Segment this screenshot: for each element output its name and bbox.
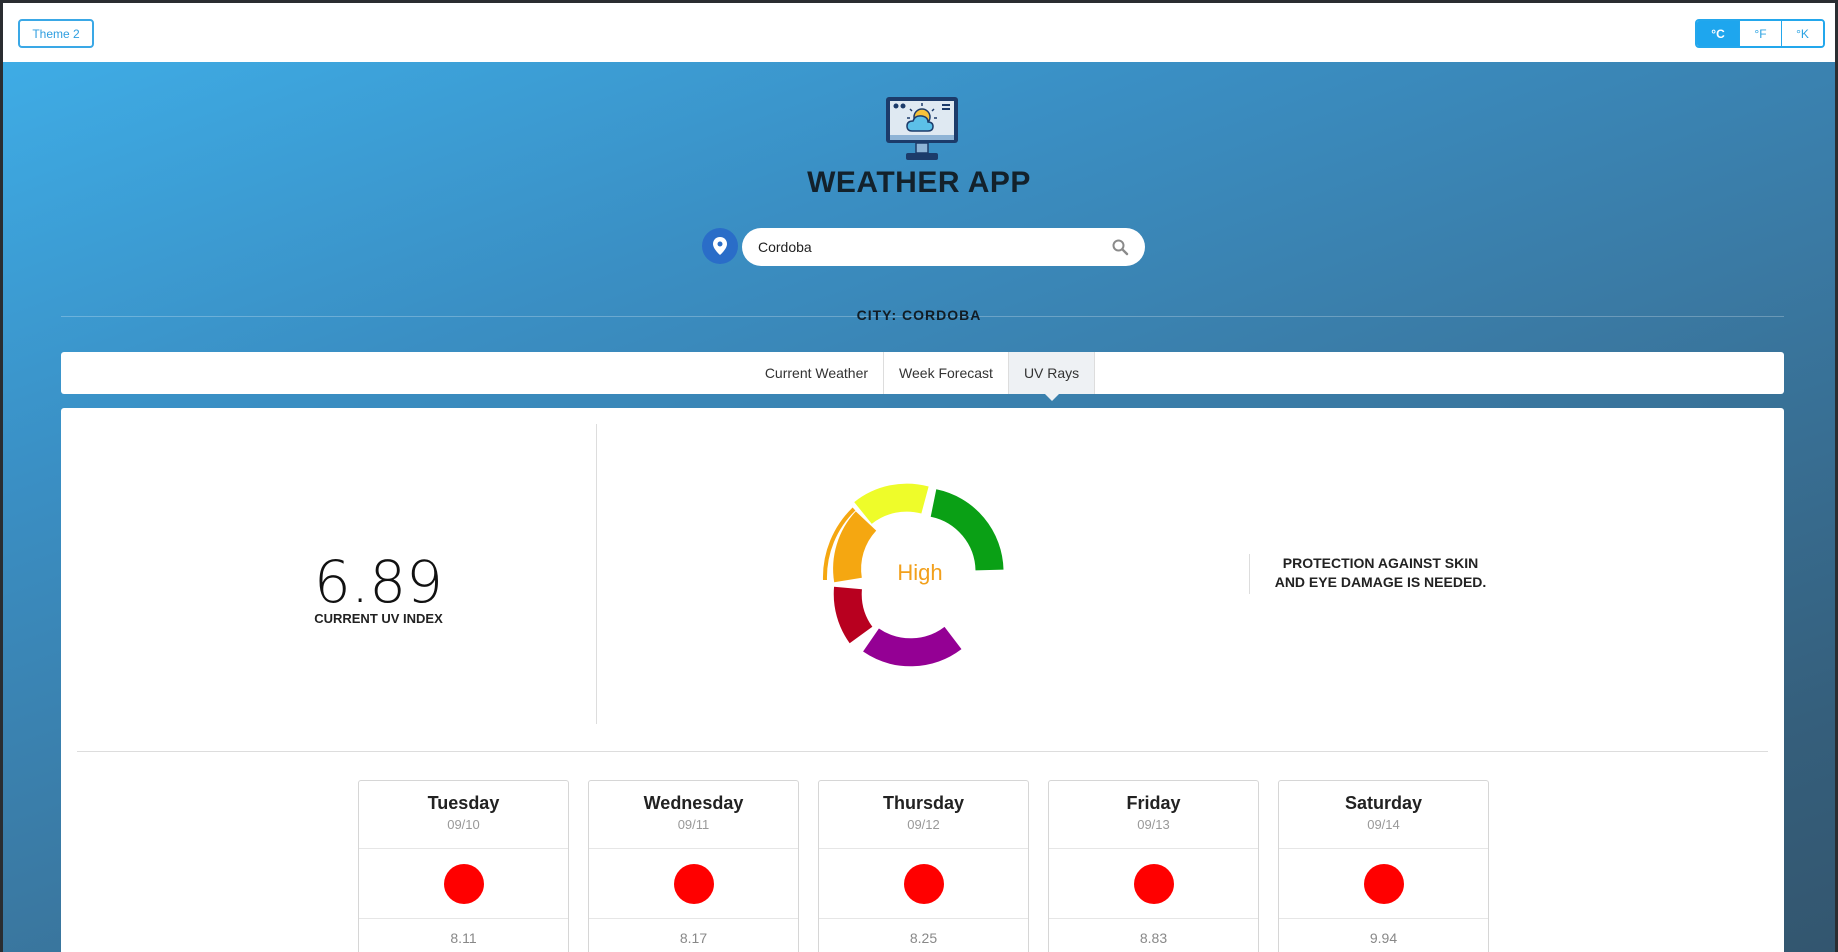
uv-gauge-segment-moderate bbox=[854, 483, 929, 525]
unit-fahrenheit-button[interactable]: °F bbox=[1739, 21, 1781, 46]
uv-level-dot-icon bbox=[903, 863, 944, 904]
geolocate-button[interactable] bbox=[702, 228, 738, 264]
forecast-day-name: Wednesday bbox=[643, 793, 744, 813]
tab-current-weather[interactable]: Current Weather bbox=[750, 352, 883, 394]
theme-toggle-button[interactable]: Theme 2 bbox=[18, 19, 94, 48]
uv-forecast-list: Tuesday 09/10 8.11 Wednesday 09/11 8.17 … bbox=[358, 780, 1489, 952]
search-icon[interactable] bbox=[1111, 238, 1129, 256]
forecast-day-name: Saturday bbox=[1344, 793, 1423, 813]
uv-level-dot-icon bbox=[1363, 863, 1404, 904]
forecast-uv-value: 8.25 bbox=[909, 930, 938, 946]
uv-index-caption: CURRENT UV INDEX bbox=[314, 611, 443, 626]
uv-level-dot-icon bbox=[443, 863, 484, 904]
app-title: WEATHER APP bbox=[807, 166, 1031, 199]
uv-level-label: High bbox=[897, 560, 943, 585]
uv-level-dot-icon bbox=[1133, 863, 1174, 904]
uv-gauge-segment-extreme bbox=[863, 626, 962, 667]
city-search-input[interactable] bbox=[758, 239, 1111, 255]
search-box bbox=[742, 228, 1145, 266]
unit-kelvin-button[interactable]: °K bbox=[1781, 21, 1823, 46]
weather-monitor-logo-icon bbox=[886, 97, 958, 160]
uv-advice-line-1: PROTECTION AGAINST SKIN bbox=[1282, 555, 1479, 571]
uv-gauge-segment-very-high bbox=[833, 586, 873, 644]
location-pin-icon bbox=[713, 237, 727, 255]
uv-advice: PROTECTION AGAINST SKIN AND EYE DAMAGE I… bbox=[1249, 554, 1489, 594]
forecast-day-name: Friday bbox=[1126, 793, 1181, 813]
forecast-uv-value: 8.17 bbox=[679, 930, 708, 946]
tab-week-forecast[interactable]: Week Forecast bbox=[883, 352, 1008, 394]
forecast-uv-value: 8.83 bbox=[1139, 930, 1168, 946]
unit-switcher: °C °F °K bbox=[1695, 19, 1825, 48]
forecast-date: 09/14 bbox=[1367, 817, 1400, 832]
forecast-card: Friday 09/13 8.83 bbox=[1048, 780, 1259, 952]
forecast-card: Wednesday 09/11 8.17 bbox=[588, 780, 799, 952]
top-bar: Theme 2 °C °F °K bbox=[3, 3, 1835, 62]
forecast-card: Saturday 09/14 9.94 bbox=[1278, 780, 1489, 952]
tab-uv-rays[interactable]: UV Rays bbox=[1007, 352, 1096, 401]
forecast-uv-value: 8.11 bbox=[450, 930, 477, 946]
city-heading: CITY: CORDOBA bbox=[3, 307, 1835, 325]
uv-index-value: 6.89 bbox=[313, 548, 444, 616]
forecast-card: Thursday 09/12 8.25 bbox=[818, 780, 1029, 952]
uv-level-dot-icon bbox=[673, 863, 714, 904]
forecast-date: 09/11 bbox=[677, 817, 710, 832]
section-divider bbox=[77, 751, 1768, 752]
forecast-uv-value: 9.94 bbox=[1369, 930, 1398, 946]
forecast-day-name: Thursday bbox=[882, 793, 965, 813]
forecast-date: 09/12 bbox=[907, 817, 940, 832]
uv-panel: 6.89 CURRENT UV INDEX High PROTECTION AG… bbox=[61, 408, 1784, 952]
forecast-date: 09/13 bbox=[1137, 817, 1170, 832]
uv-advice-line-2: AND EYE DAMAGE IS NEEDED. bbox=[1274, 574, 1487, 590]
forecast-date: 09/10 bbox=[447, 817, 480, 832]
forecast-day-name: Tuesday bbox=[427, 793, 500, 813]
uv-current-section: 6.89 CURRENT UV INDEX bbox=[61, 424, 597, 724]
tab-bar: Current Weather Week Forecast UV Rays bbox=[61, 352, 1784, 401]
forecast-card: Tuesday 09/10 8.11 bbox=[358, 780, 569, 952]
unit-celsius-button[interactable]: °C bbox=[1697, 21, 1739, 46]
city-label: CITY: CORDOBA bbox=[856, 307, 982, 323]
app-window: Theme 2 °C °F °K WEATHER APP Cordoba CIT… bbox=[3, 3, 1835, 952]
